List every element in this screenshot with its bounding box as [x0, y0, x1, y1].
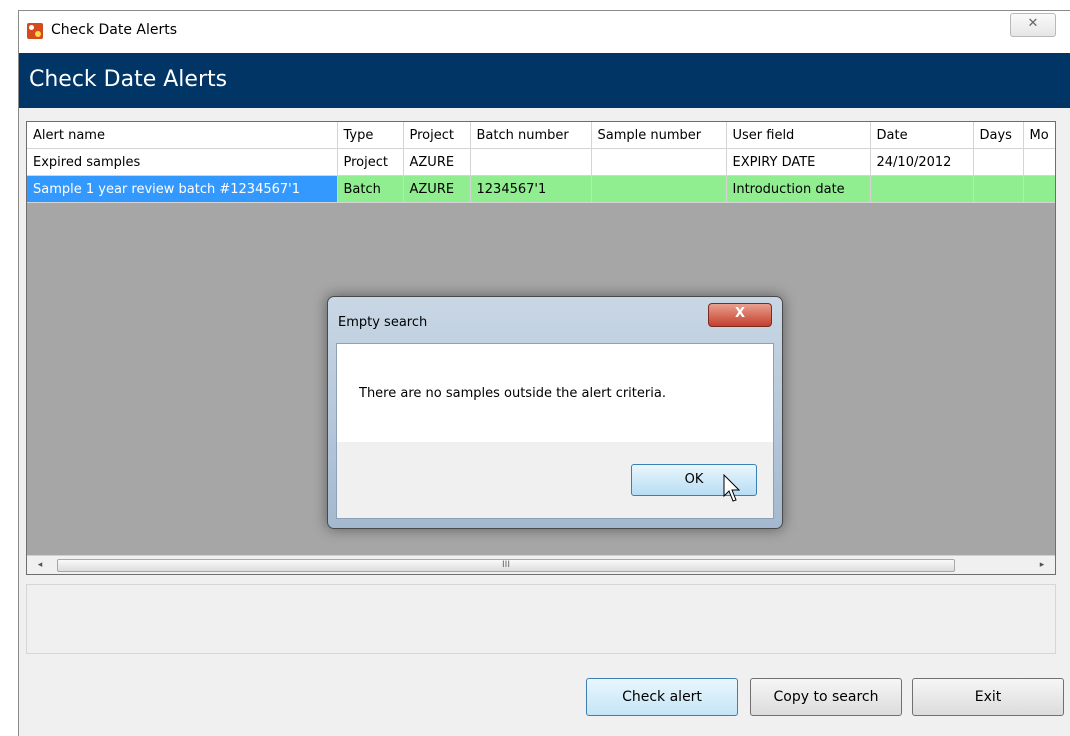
empty-search-dialog: Empty search X There are no samples outs… — [327, 296, 783, 529]
cell-project[interactable]: AZURE — [403, 148, 471, 176]
cell-batch-number[interactable] — [470, 148, 592, 176]
column-header-user-field[interactable]: User field — [726, 122, 871, 149]
cell-type[interactable]: Project — [337, 148, 404, 176]
dialog-close-button[interactable]: X — [708, 303, 772, 327]
column-header-alert-name[interactable]: Alert name — [27, 122, 338, 149]
cell-sample-number[interactable] — [591, 148, 727, 176]
mouse-pointer-icon — [723, 474, 740, 502]
dialog-title: Empty search — [338, 315, 428, 330]
app-icon — [27, 23, 43, 39]
table-row[interactable]: Expired samples Project AZURE EXPIRY DAT… — [27, 148, 1055, 176]
cell-user-field[interactable]: EXPIRY DATE — [726, 148, 871, 176]
title-bar: Check Date Alerts ✕ — [19, 11, 1070, 53]
scroll-left-icon[interactable]: ◂ — [33, 558, 47, 572]
cell-mo[interactable] — [1023, 175, 1055, 203]
table-row-selected[interactable]: Sample 1 year review batch #1234567'1 Ba… — [27, 175, 1055, 203]
column-header-date[interactable]: Date — [870, 122, 974, 149]
details-panel — [26, 584, 1056, 654]
column-header-project[interactable]: Project — [403, 122, 471, 149]
cell-project[interactable]: AZURE — [403, 175, 471, 203]
cell-days[interactable] — [973, 148, 1024, 176]
cell-alert-name[interactable]: Sample 1 year review batch #1234567'1 — [27, 175, 338, 203]
cell-type[interactable]: Batch — [337, 175, 404, 203]
horizontal-scrollbar[interactable]: ◂ III ▸ — [27, 555, 1055, 574]
alerts-table: Alert name Type Project Batch number Sam… — [27, 122, 1055, 203]
scroll-thumb[interactable]: III — [57, 559, 955, 572]
check-alert-button[interactable]: Check alert — [586, 678, 738, 716]
cell-date[interactable]: 24/10/2012 — [870, 148, 974, 176]
page-title: Check Date Alerts — [29, 67, 228, 92]
header-banner: Check Date Alerts — [19, 53, 1070, 108]
dialog-body: There are no samples outside the alert c… — [336, 343, 774, 519]
cell-date[interactable] — [870, 175, 974, 203]
cell-user-field[interactable]: Introduction date — [726, 175, 871, 203]
column-header-batch-number[interactable]: Batch number — [470, 122, 592, 149]
column-header-days[interactable]: Days — [973, 122, 1024, 149]
cell-batch-number[interactable]: 1234567'1 — [470, 175, 592, 203]
cell-sample-number[interactable] — [591, 175, 727, 203]
dialog-message: There are no samples outside the alert c… — [359, 386, 666, 401]
window-title: Check Date Alerts — [51, 22, 178, 38]
copy-to-search-button[interactable]: Copy to search — [750, 678, 902, 716]
column-header-type[interactable]: Type — [337, 122, 404, 149]
cell-days[interactable] — [973, 175, 1024, 203]
cell-mo[interactable] — [1023, 148, 1055, 176]
table-header-row: Alert name Type Project Batch number Sam… — [27, 122, 1055, 149]
cell-alert-name[interactable]: Expired samples — [27, 148, 338, 176]
window-close-button[interactable]: ✕ — [1010, 13, 1056, 37]
column-header-sample-number[interactable]: Sample number — [591, 122, 727, 149]
scroll-right-icon[interactable]: ▸ — [1035, 558, 1049, 572]
column-header-mo[interactable]: Mo — [1023, 122, 1055, 149]
exit-button[interactable]: Exit — [912, 678, 1064, 716]
